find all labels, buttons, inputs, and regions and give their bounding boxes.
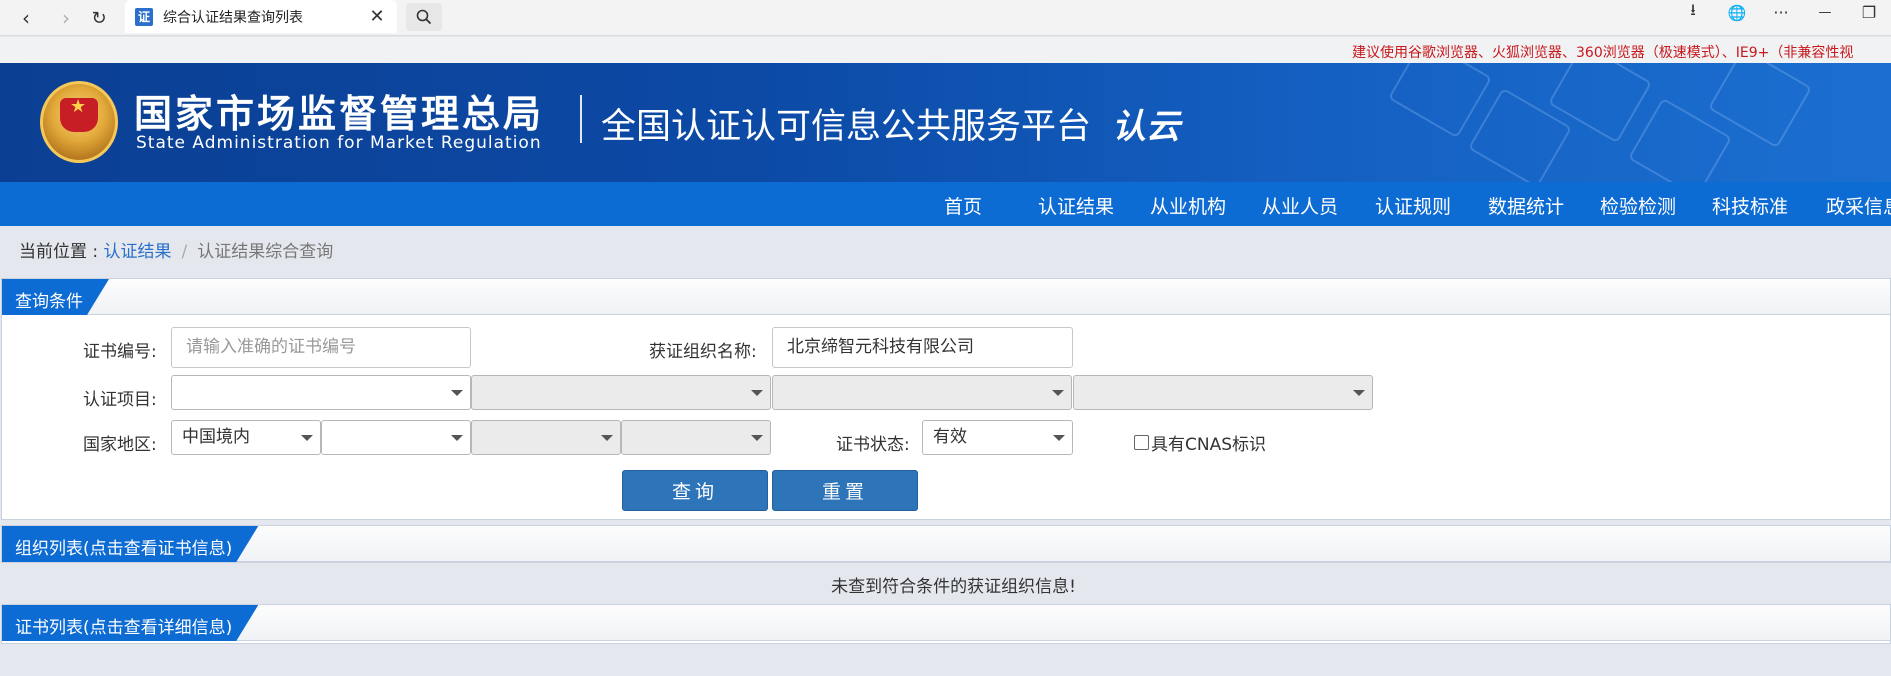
nav-item-cert-results[interactable]: 认证结果 — [1038, 192, 1114, 219]
search-button[interactable]: 查询 — [622, 470, 768, 511]
main-nav: 首页 认证结果 从业机构 从业人员 认证规则 数据统计 检验检测 科技标准 政采… — [0, 182, 1891, 226]
nav-item-procurement[interactable]: 政采信息 — [1826, 192, 1891, 219]
chevron-down-icon — [1053, 435, 1065, 441]
nav-item-personnel[interactable]: 从业人员 — [1262, 192, 1338, 219]
browser-notice-text: 建议使用谷歌浏览器、火狐浏览器、360浏览器（极速模式）、IE9+（非兼容性视 — [1352, 45, 1854, 61]
query-panel-title: 查询条件 — [2, 279, 109, 315]
chevron-down-icon — [451, 435, 463, 441]
cert-list-panel: 证书列表(点击查看详细信息) — [1, 604, 1891, 644]
chevron-down-icon — [1052, 390, 1064, 396]
cert-no-input[interactable]: 请输入准确的证书编号 — [171, 327, 471, 368]
close-icon[interactable]: ✕ — [365, 6, 389, 27]
project-select-3[interactable] — [772, 375, 1072, 410]
region-select-province[interactable] — [321, 420, 471, 455]
org-list-header: 组织列表(点击查看证书信息) — [2, 526, 1890, 562]
breadcrumb: 当前位置 : 认证结果 / 认证结果综合查询 — [19, 237, 333, 262]
cert-list-header: 证书列表(点击查看详细信息) — [2, 605, 1890, 641]
org-name-cn: 国家市场监督管理总局 — [134, 92, 545, 136]
chevron-down-icon — [301, 435, 313, 441]
project-select-4[interactable] — [1073, 375, 1373, 410]
chevron-down-icon — [451, 390, 463, 396]
org-list-empty-message: 未查到符合条件的获证组织信息! — [831, 577, 1076, 597]
breadcrumb-label: 当前位置 : — [19, 242, 104, 262]
cnas-option[interactable]: 具有CNAS标识 — [1134, 430, 1266, 455]
region-label: 国家地区: — [83, 435, 157, 455]
tab-search-button[interactable] — [406, 3, 442, 31]
national-emblem-icon: ★ — [40, 81, 118, 163]
project-label: 认证项目: — [83, 390, 157, 410]
window-controls: ⭳ 🌐 ··· — ❐ — [1671, 0, 1891, 25]
tab-title: 综合认证结果查询列表 — [163, 9, 303, 26]
cnas-checkbox[interactable] — [1134, 435, 1149, 450]
chevron-down-icon — [601, 435, 613, 441]
project-select-2[interactable] — [471, 375, 771, 410]
breadcrumb-current: 认证结果综合查询 — [197, 242, 334, 262]
cloud-logo: 认云 — [1112, 107, 1180, 147]
project-select-1[interactable] — [171, 375, 471, 410]
nav-item-standards[interactable]: 科技标准 — [1712, 192, 1788, 219]
query-panel-header: 查询条件 — [2, 279, 1890, 315]
cnas-label: 具有CNAS标识 — [1151, 435, 1267, 455]
org-name-label: 获证组织名称: — [649, 342, 757, 362]
restore-icon[interactable]: ❐ — [1847, 0, 1891, 25]
forward-icon[interactable]: › — [52, 4, 80, 32]
nav-item-rules[interactable]: 认证规则 — [1375, 192, 1451, 219]
org-name-en: State Administration for Market Regulati… — [136, 133, 542, 153]
org-name-input[interactable]: 北京缔智元科技有限公司 — [772, 327, 1073, 368]
browser-tab[interactable]: 证 综合认证结果查询列表 ✕ — [125, 0, 397, 33]
org-list-title: 组织列表(点击查看证书信息) — [2, 526, 258, 562]
more-icon[interactable]: ··· — [1759, 0, 1803, 25]
region-select-value: 中国境内 — [182, 427, 250, 447]
hex-decoration — [1387, 63, 1493, 139]
reload-icon[interactable]: ↻ — [85, 4, 113, 32]
org-list-panel: 组织列表(点击查看证书信息) — [1, 525, 1891, 563]
platform-title: 全国认证认可信息公共服务平台 — [601, 107, 1092, 147]
region-select-city[interactable] — [471, 420, 621, 455]
region-select-country[interactable]: 中国境内 — [171, 420, 321, 455]
download-icon[interactable]: ⭳ — [1671, 0, 1715, 25]
status-label: 证书状态: — [836, 435, 910, 455]
nav-item-institutions[interactable]: 从业机构 — [1150, 192, 1226, 219]
back-icon[interactable]: ‹ — [12, 4, 40, 32]
site-banner: ★ 国家市场监督管理总局 State Administration for Ma… — [0, 63, 1891, 182]
status-select-value: 有效 — [933, 427, 967, 447]
reset-button[interactable]: 重置 — [772, 470, 918, 511]
nav-item-inspection[interactable]: 检验检测 — [1600, 192, 1676, 219]
minimize-icon[interactable]: — — [1803, 0, 1847, 25]
nav-item-home[interactable]: 首页 — [944, 192, 982, 219]
cert-no-label: 证书编号: — [83, 342, 157, 362]
region-select-district[interactable] — [621, 420, 771, 455]
breadcrumb-link[interactable]: 认证结果 — [104, 242, 172, 262]
browser-notice: 建议使用谷歌浏览器、火狐浏览器、360浏览器（极速模式）、IE9+（非兼容性视 — [0, 37, 1891, 63]
nav-item-statistics[interactable]: 数据统计 — [1488, 192, 1564, 219]
breadcrumb-separator: / — [181, 242, 188, 262]
chevron-down-icon — [1353, 390, 1365, 396]
status-select[interactable]: 有效 — [922, 420, 1073, 455]
banner-divider — [580, 95, 582, 143]
cert-list-title: 证书列表(点击查看详细信息) — [2, 605, 258, 641]
globe-icon[interactable]: 🌐 — [1715, 0, 1759, 25]
search-icon — [416, 9, 432, 25]
tab-favicon-icon: 证 — [135, 7, 153, 26]
browser-toolbar: ‹ › ↻ 证 综合认证结果查询列表 ✕ ⭳ 🌐 ··· — ❐ — [0, 0, 1891, 36]
chevron-down-icon — [751, 390, 763, 396]
chevron-down-icon — [751, 435, 763, 441]
